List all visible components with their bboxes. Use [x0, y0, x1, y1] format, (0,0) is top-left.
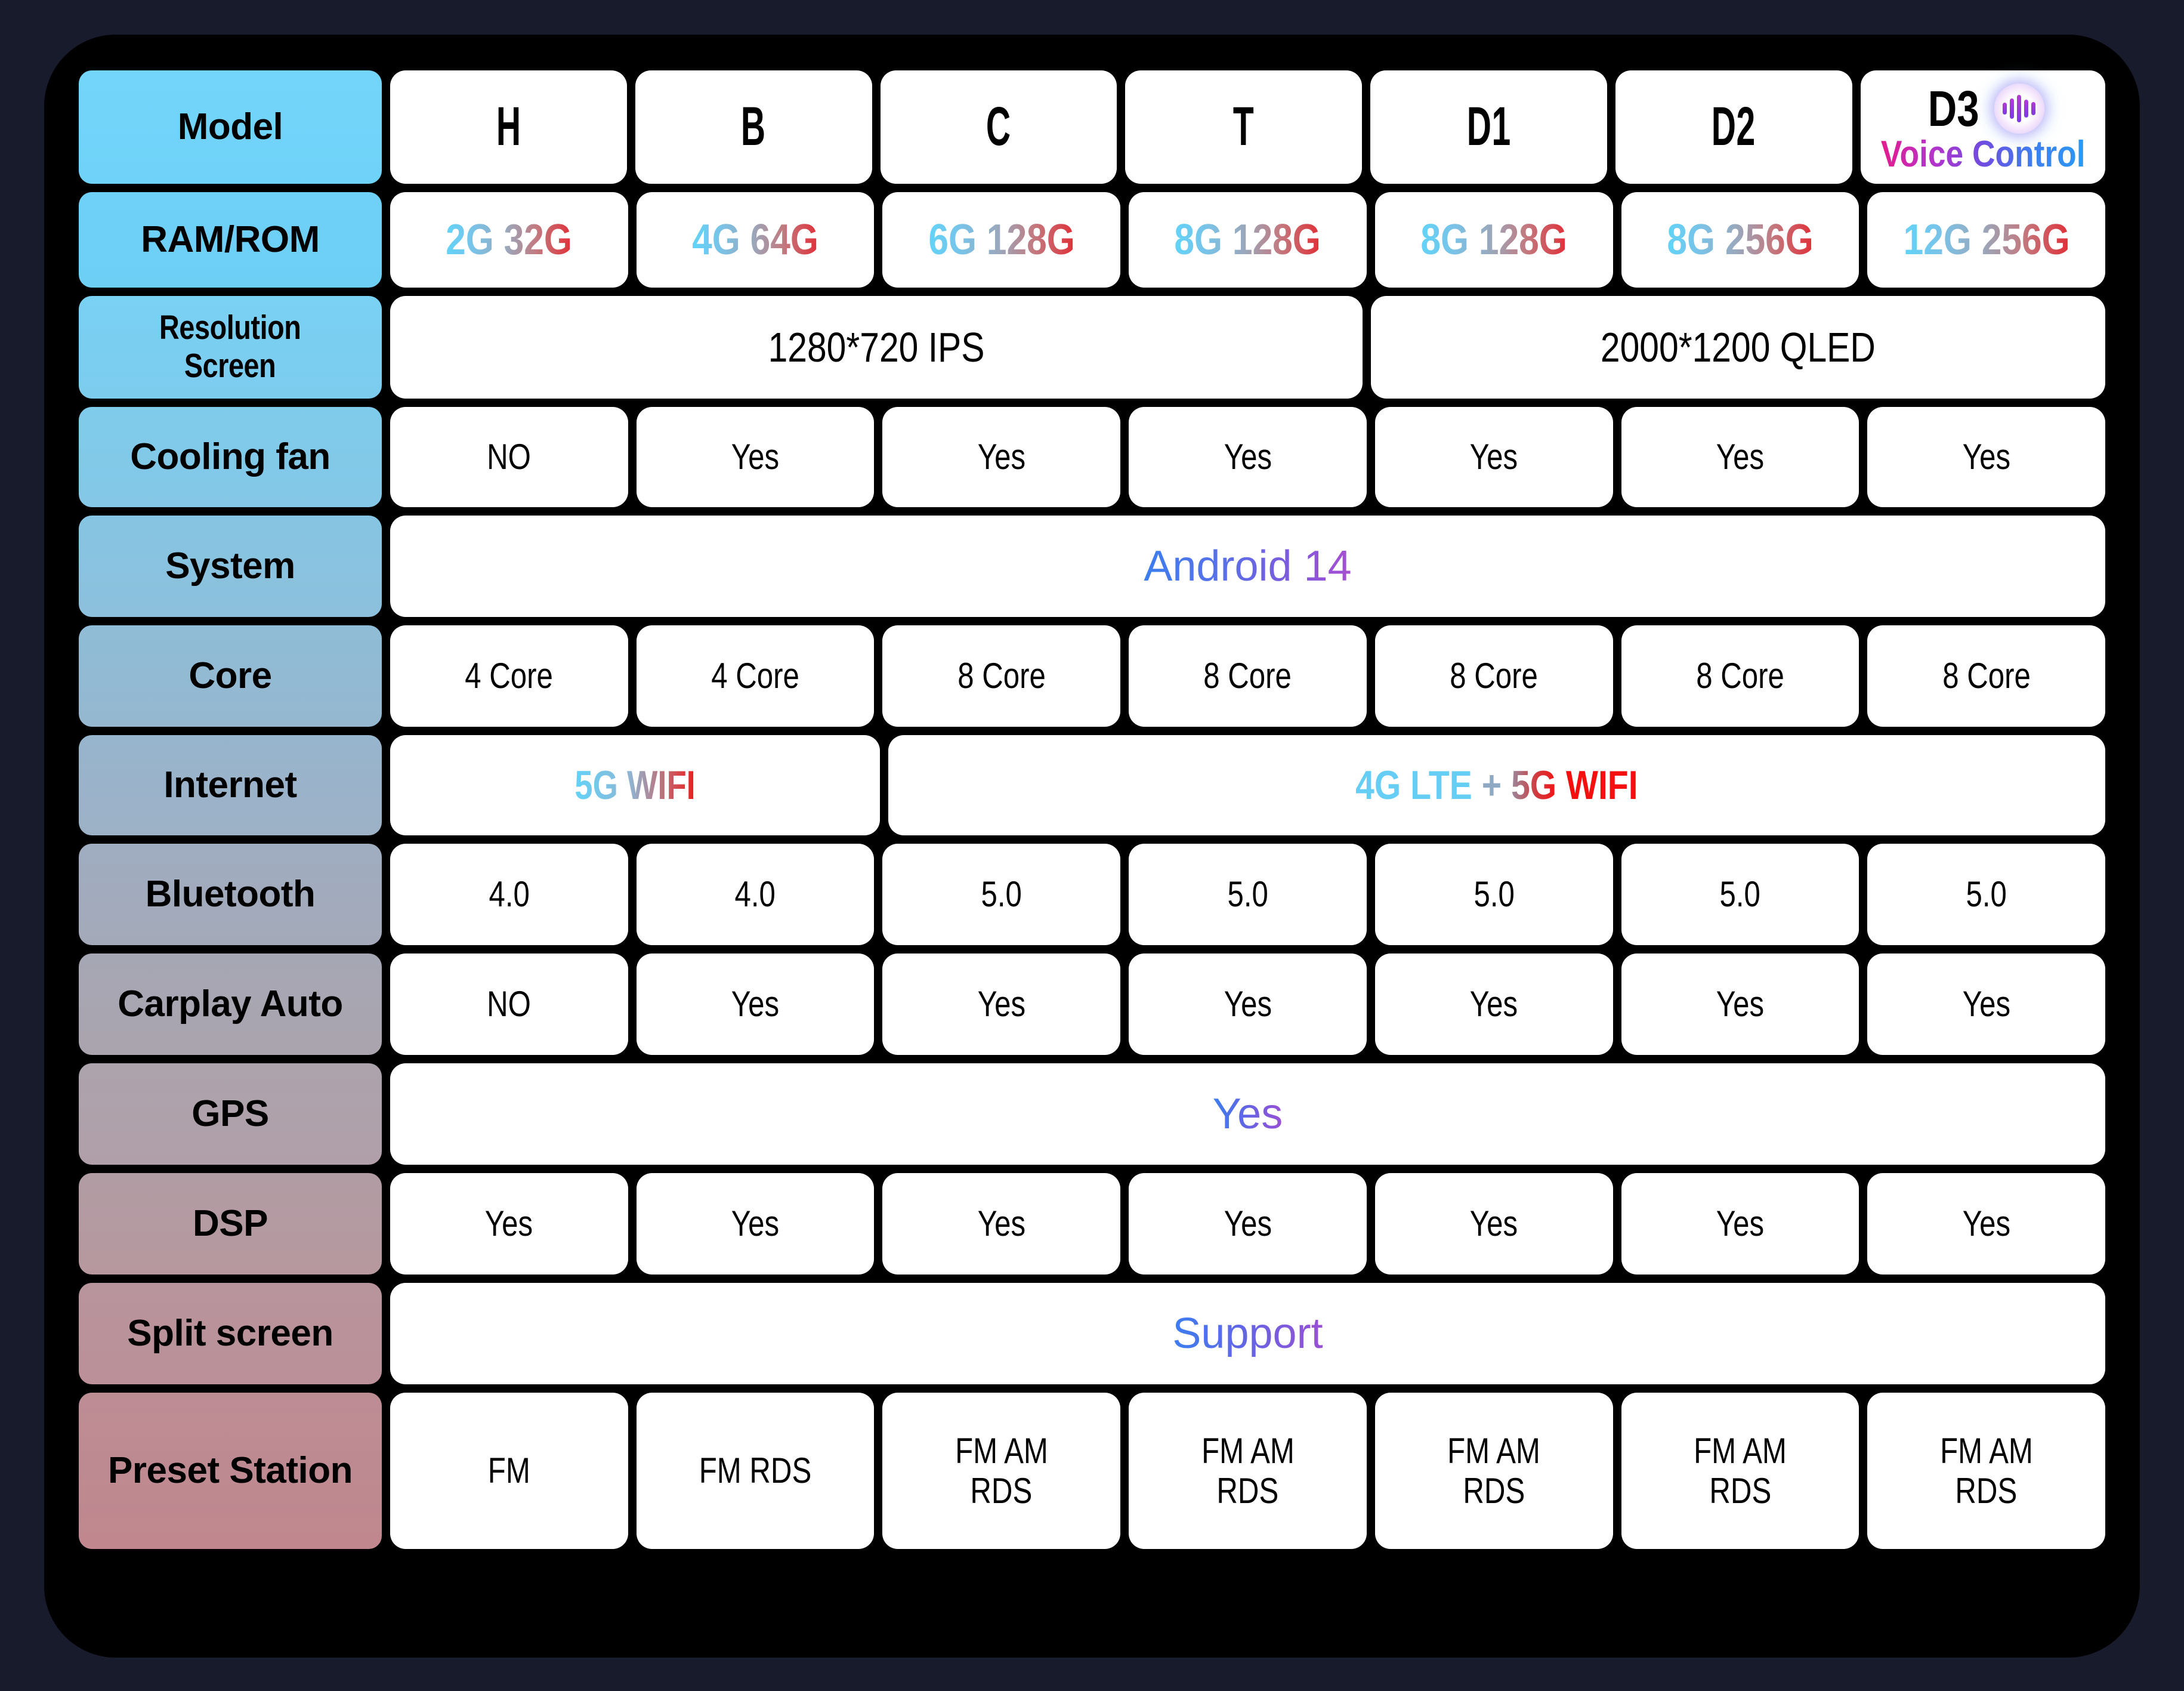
cell-bluetooth-c: 5.0	[882, 844, 1121, 945]
cell-model-b: B	[635, 70, 872, 184]
cell-model-h: H	[390, 70, 627, 184]
cell-carplay-c: Yes	[882, 953, 1121, 1055]
table-row-model: Model H B C T D1 D2 D3 Voice Control	[79, 70, 2106, 184]
row-label-system: System	[79, 516, 382, 617]
table-row-ram-rom: RAM/ROM 2G 32G 4G 64G 6G 128G 8G 128G 8G…	[79, 192, 2106, 288]
cell-core-d3: 8 Core	[1867, 625, 2106, 727]
cell-preset-d2: FM AM RDS	[1621, 1393, 1859, 1549]
spec-comparison-panel: Model H B C T D1 D2 D3 Voice Control RAM…	[44, 35, 2140, 1658]
cell-ram-h: 2G 32G	[390, 192, 628, 288]
table-row-gps: GPS Yes	[79, 1063, 2105, 1165]
row-label-bluetooth: Bluetooth	[79, 844, 382, 945]
cell-split-screen-support: Support	[390, 1283, 2105, 1384]
cell-preset-b: FM RDS	[636, 1393, 875, 1549]
cell-carplay-d1: Yes	[1374, 953, 1613, 1055]
row-label-core: Core	[79, 625, 382, 727]
cell-ram-c: 6G 128G	[882, 192, 1121, 288]
cell-carplay-d3: Yes	[1867, 953, 2106, 1055]
cell-carplay-d2: Yes	[1621, 953, 1859, 1055]
voice-waveform-icon	[1994, 84, 2044, 134]
table-row-core: Core 4 Core 4 Core 8 Core 8 Core 8 Core …	[79, 625, 2106, 727]
cell-resolution-ips: 1280*720 IPS	[390, 296, 1363, 399]
cell-core-c: 8 Core	[882, 625, 1121, 727]
cell-bluetooth-d2: 5.0	[1621, 844, 1859, 945]
row-label-preset-station: Preset Station	[79, 1393, 382, 1549]
cell-dsp-t: Yes	[1129, 1173, 1367, 1275]
cell-bluetooth-h: 4.0	[390, 844, 628, 945]
cell-system-android: Android 14	[390, 516, 2105, 617]
row-label-resolution: Resolution Screen	[79, 296, 382, 399]
row-label-cooling-fan: Cooling fan	[79, 407, 382, 507]
cell-bluetooth-d1: 5.0	[1374, 844, 1613, 945]
row-label-split-screen: Split screen	[79, 1283, 382, 1384]
d3-voice-control-label: Voice Control	[1880, 134, 2086, 175]
cell-dsp-c: Yes	[882, 1173, 1121, 1275]
cell-ram-d3: 12G 256G	[1867, 192, 2106, 288]
cell-resolution-qled: 2000*1200 QLED	[1370, 296, 2105, 399]
cell-model-t: T	[1125, 70, 1363, 184]
d3-title-row: D3	[1922, 81, 2044, 136]
cell-cooling-d2: Yes	[1621, 407, 1859, 507]
spec-table: Model H B C T D1 D2 D3 Voice Control RAM…	[79, 70, 2106, 1622]
cell-cooling-d1: Yes	[1374, 407, 1613, 507]
cell-cooling-b: Yes	[636, 407, 875, 507]
cell-carplay-t: Yes	[1129, 953, 1367, 1055]
cell-dsp-b: Yes	[636, 1173, 875, 1275]
cell-model-d1: D1	[1370, 70, 1607, 184]
cell-internet-5g-wifi: 5G WIFI	[390, 735, 881, 835]
table-row-internet: Internet 5G WIFI 4G LTE + 5G WIFI	[79, 735, 2105, 835]
row-label-carplay-auto: Carplay Auto	[79, 953, 382, 1055]
cell-core-b: 4 Core	[636, 625, 875, 727]
table-row-bluetooth: Bluetooth 4.0 4.0 5.0 5.0 5.0 5.0 5.0	[79, 844, 2106, 945]
cell-gps-yes: Yes	[390, 1063, 2105, 1165]
cell-bluetooth-t: 5.0	[1129, 844, 1367, 945]
row-label-internet: Internet	[79, 735, 382, 835]
table-row-carplay-auto: Carplay Auto NO Yes Yes Yes Yes Yes Yes	[79, 953, 2106, 1055]
cell-preset-t: FM AM RDS	[1129, 1393, 1367, 1549]
cell-internet-4g-lte-5g-wifi: 4G LTE + 5G WIFI	[888, 735, 2105, 835]
cell-core-d2: 8 Core	[1621, 625, 1859, 727]
cell-preset-c: FM AM RDS	[882, 1393, 1121, 1549]
cell-model-d3: D3 Voice Control	[1860, 70, 2106, 184]
cell-ram-d1: 8G 128G	[1374, 192, 1613, 288]
cell-ram-d2: 8G 256G	[1621, 192, 1859, 288]
cell-model-c: C	[880, 70, 1117, 184]
d3-model-name: D3	[1927, 81, 1979, 137]
cell-ram-b: 4G 64G	[636, 192, 875, 288]
table-row-cooling-fan: Cooling fan NO Yes Yes Yes Yes Yes Yes	[79, 407, 2106, 507]
cell-ram-t: 8G 128G	[1129, 192, 1367, 288]
row-label-dsp: DSP	[79, 1173, 382, 1275]
table-row-dsp: DSP Yes Yes Yes Yes Yes Yes Yes	[79, 1173, 2106, 1275]
cell-bluetooth-d3: 5.0	[1867, 844, 2106, 945]
table-row-split-screen: Split screen Support	[79, 1283, 2105, 1384]
internet-right-text: 4G LTE + 5G WIFI	[1355, 762, 1638, 808]
cell-core-t: 8 Core	[1129, 625, 1367, 727]
table-row-resolution: Resolution Screen 1280*720 IPS 2000*1200…	[79, 296, 2105, 399]
row-label-gps: GPS	[79, 1063, 382, 1165]
row-label-model: Model	[79, 70, 382, 184]
table-row-system: System Android 14	[79, 516, 2105, 617]
cell-preset-d1: FM AM RDS	[1374, 1393, 1613, 1549]
cell-cooling-h: NO	[390, 407, 628, 507]
cell-preset-d3: FM AM RDS	[1867, 1393, 2106, 1549]
cell-cooling-c: Yes	[882, 407, 1121, 507]
table-row-preset-station: Preset Station FM FM RDS FM AM RDS FM AM R…	[79, 1393, 2106, 1549]
cell-cooling-t: Yes	[1129, 407, 1367, 507]
cell-carplay-h: NO	[390, 953, 628, 1055]
row-label-resolution-lines: Resolution Screen	[159, 308, 301, 385]
cell-dsp-d3: Yes	[1867, 1173, 2106, 1275]
row-label-ram-rom: RAM/ROM	[79, 192, 382, 288]
cell-core-d1: 8 Core	[1374, 625, 1613, 727]
cell-preset-h: FM	[390, 1393, 628, 1549]
cell-dsp-d1: Yes	[1374, 1173, 1613, 1275]
cell-cooling-d3: Yes	[1867, 407, 2106, 507]
cell-core-h: 4 Core	[390, 625, 628, 727]
cell-model-d2: D2	[1615, 70, 1852, 184]
cell-dsp-d2: Yes	[1621, 1173, 1859, 1275]
cell-carplay-b: Yes	[636, 953, 875, 1055]
cell-dsp-h: Yes	[390, 1173, 628, 1275]
cell-bluetooth-b: 4.0	[636, 844, 875, 945]
